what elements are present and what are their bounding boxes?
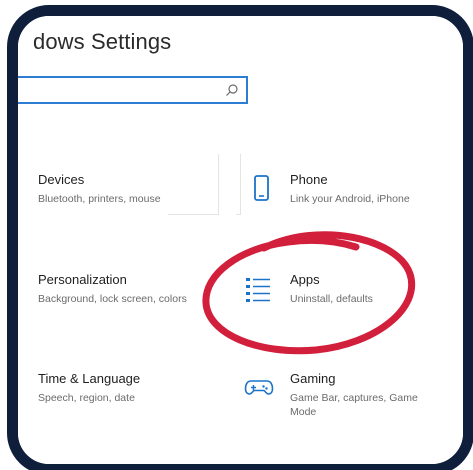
tile-devices-title: Devices: [38, 172, 85, 187]
search-placeholder: g: [12, 83, 19, 97]
tile-personalization-desc: Background, lock screen, colors: [38, 293, 187, 305]
tile-apps-desc: Uninstall, defaults: [290, 293, 373, 305]
search-input[interactable]: g: [12, 76, 248, 104]
tile-phone-desc: Link your Android, iPhone: [290, 193, 410, 205]
tile-gaming-title: Gaming: [290, 371, 336, 386]
stage: dows Settings g Devices Bluetooth, print…: [0, 0, 473, 470]
window-title: dows Settings: [33, 29, 172, 54]
tile-devices-desc: Bluetooth, printers, mouse: [38, 193, 161, 205]
phone-icon: [254, 175, 269, 201]
tile-apps-title: Apps: [290, 272, 320, 287]
tile-time-language-desc: Speech, region, date: [38, 392, 135, 404]
tile-gaming-desc: Game Bar, captures, Game Mode: [290, 392, 418, 418]
search-icon[interactable]: [225, 83, 239, 97]
tile-personalization-title: Personalization: [38, 272, 127, 287]
tile-time-language-title: Time & Language: [38, 371, 141, 386]
gamepad-icon: [244, 380, 274, 395]
rounded-frame: dows Settings g Devices Bluetooth, print…: [7, 5, 473, 470]
apps-list-icon: [246, 278, 270, 302]
settings-window: dows Settings g Devices Bluetooth, print…: [18, 16, 463, 464]
tile-phone-title: Phone: [290, 172, 328, 187]
